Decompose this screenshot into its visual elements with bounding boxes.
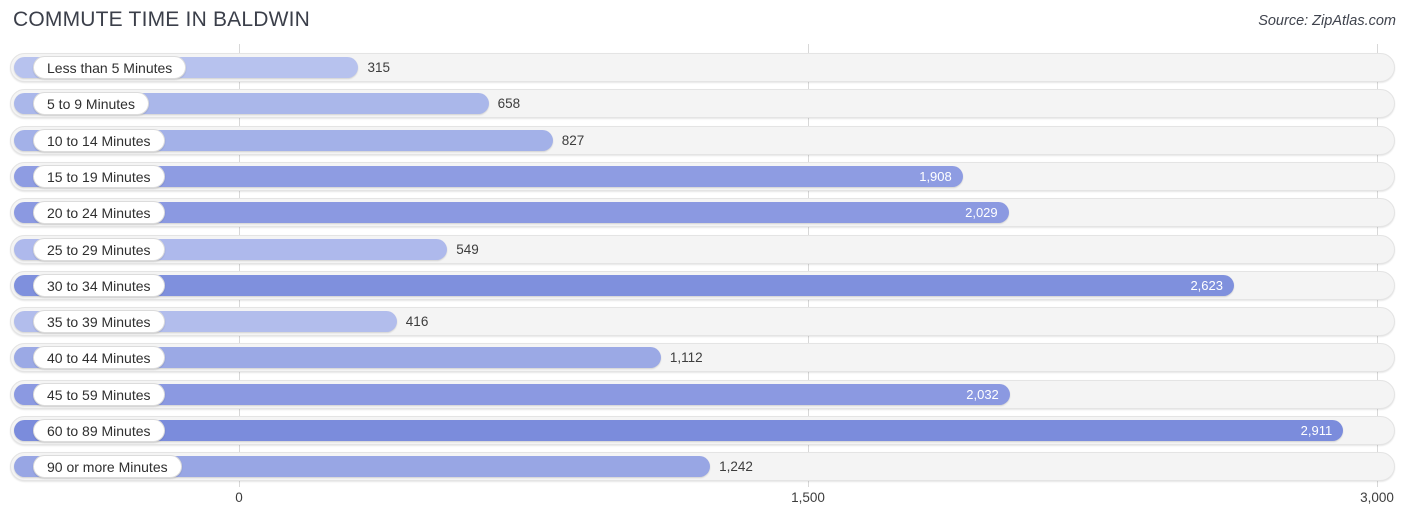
bar-category-label: 35 to 39 Minutes (33, 310, 165, 334)
bar-category-label: 5 to 9 Minutes (33, 92, 149, 116)
bar-value-label: 827 (561, 132, 585, 148)
bar-row[interactable]: 2,623 30 to 34 Minutes (10, 270, 1395, 300)
bar-row[interactable]: 827 10 to 14 Minutes (10, 125, 1395, 155)
plot-area: 315 Less than 5 Minutes 658 5 to 9 Minutes 8… (0, 44, 1406, 487)
chart-container: COMMUTE TIME IN BALDWIN Source: ZipAtlas… (0, 0, 1406, 522)
page-title: COMMUTE TIME IN BALDWIN (13, 8, 311, 31)
x-axis-tick-label: 3,000 (1360, 490, 1394, 505)
bar-value-label: 2,623 (1190, 277, 1223, 293)
bar-row[interactable]: 1,112 40 to 44 Minutes (10, 343, 1395, 373)
bar-category-label: Less than 5 Minutes (33, 56, 187, 79)
bar-value-label: 416 (405, 314, 429, 330)
bar-row[interactable]: 1,908 15 to 19 Minutes (10, 161, 1395, 191)
bar-value-label: 315 (367, 60, 391, 75)
bar-fill: 2,911 (14, 420, 1344, 441)
bar-row[interactable]: 416 35 to 39 Minutes (10, 307, 1395, 337)
source-attribution: Source: ZipAtlas.com (1258, 13, 1396, 29)
bar-value-label: 1,112 (669, 350, 703, 366)
bar-category-label: 90 or more Minutes (33, 455, 182, 479)
bar-category-label: 15 to 19 Minutes (33, 164, 165, 188)
bar-category-label: 25 to 29 Minutes (33, 237, 165, 261)
bar-row[interactable]: 2,029 20 to 24 Minutes (10, 198, 1395, 228)
bar-category-label: 40 to 44 Minutes (33, 346, 165, 370)
bar-category-label: 20 to 24 Minutes (33, 201, 165, 225)
x-axis-tick-label: 1,500 (791, 490, 825, 505)
bar-row[interactable]: 1,242 90 or more Minutes (10, 452, 1395, 482)
bar-row[interactable]: 2,032 45 to 59 Minutes (10, 379, 1395, 409)
bar-value-label: 2,911 (1300, 423, 1333, 438)
bar-value-label: 549 (456, 241, 479, 257)
bar-category-label: 30 to 34 Minutes (33, 273, 165, 297)
bar-value-label: 2,032 (966, 386, 999, 402)
x-axis-tick-label: 0 (235, 490, 243, 505)
bar-value-label: 1,242 (719, 459, 753, 475)
bar-category-label: 10 to 14 Minutes (33, 128, 165, 152)
bar-value-label: 658 (497, 96, 521, 112)
x-axis: 0 1,500 3,000 (0, 487, 1406, 522)
bar-row[interactable]: 2,911 60 to 89 Minutes (10, 416, 1395, 445)
bar-value-label: 2,029 (965, 205, 998, 221)
bar-fill: 2,623 (14, 274, 1234, 296)
bar-value-label: 1,908 (919, 168, 952, 184)
bar-category-label: 60 to 89 Minutes (33, 419, 165, 442)
chart-header: COMMUTE TIME IN BALDWIN Source: ZipAtlas… (0, 0, 1406, 44)
bar-category-label: 45 to 59 Minutes (33, 382, 165, 406)
bar-row[interactable]: 658 5 to 9 Minutes (10, 89, 1395, 119)
bar-row[interactable]: 315 Less than 5 Minutes (10, 53, 1395, 82)
bar-row[interactable]: 549 25 to 29 Minutes (10, 234, 1395, 264)
